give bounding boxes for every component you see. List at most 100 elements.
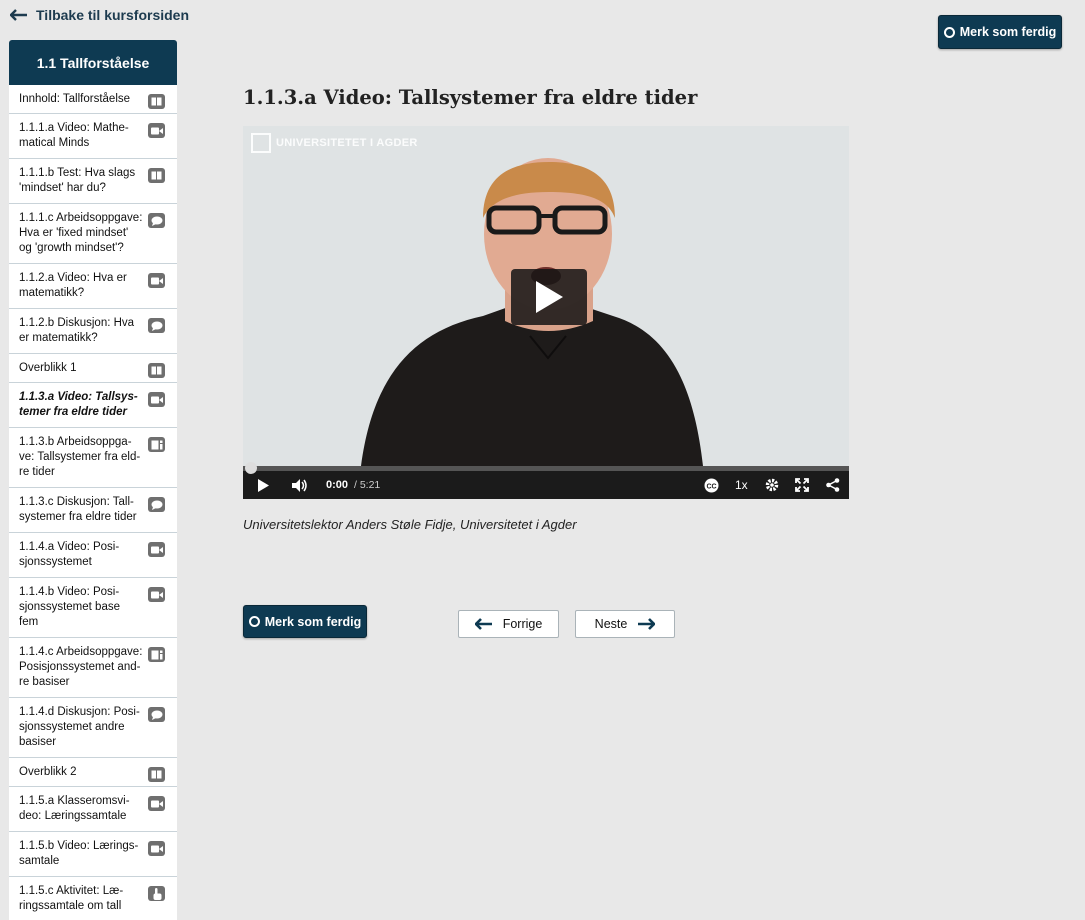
sidebar-item[interactable]: 1.1.3.b Arbeidsoppga-ve: Tallsystemer fr… xyxy=(9,428,177,488)
sidebar-item-label-line: matical Minds xyxy=(19,137,90,149)
sidebar-item-label-line: og 'growth mindset'? xyxy=(19,242,124,254)
sidebar-item[interactable]: 1.1.2.b Diskusjon: Hva er matematikk? xyxy=(9,309,177,354)
sidebar-item-label-line: 1.1.1.a Video: Mathe- xyxy=(19,122,129,134)
sidebar-item-label: Innhold: Tallforståelse xyxy=(19,92,143,107)
sidebar-item-label: 1.1.4.a Video: Posi-sjonssystemet xyxy=(19,540,143,570)
sidebar-item[interactable]: 1.1.4.c Arbeidsoppgave: Posisjonssystemet… xyxy=(9,638,177,698)
sidebar-item[interactable]: 1.1.2.a Video: Hva er matematikk? xyxy=(9,264,177,309)
sidebar-item[interactable]: Overblikk 2 xyxy=(9,758,177,787)
sidebar-item-label-line: re tider xyxy=(19,466,55,478)
play-overlay-button[interactable] xyxy=(511,269,587,325)
sidebar-item-label-line: ve: Tallsystemer fra eld- xyxy=(19,451,141,463)
video-icon xyxy=(148,273,165,288)
captions-button[interactable]: CC xyxy=(704,474,719,496)
chat-icon xyxy=(148,497,165,512)
book-icon xyxy=(148,168,165,183)
back-to-course-link[interactable]: Tilbake til kursforsiden xyxy=(10,7,189,23)
sidebar-item-label: 1.1.2.a Video: Hva er matematikk? xyxy=(19,271,143,301)
fullscreen-button[interactable] xyxy=(795,474,809,496)
chat-icon xyxy=(148,707,165,722)
sidebar-item-label: 1.1.5.b Video: Lærings-samtale xyxy=(19,839,143,869)
circle-icon xyxy=(248,616,260,627)
sidebar-item-label: Overblikk 1 xyxy=(19,361,143,376)
share-button[interactable] xyxy=(826,474,840,496)
chat-icon xyxy=(148,318,165,333)
sidebar-item-label: 1.1.1.b Test: Hva slags 'mindset' har du? xyxy=(19,166,143,196)
volume-icon xyxy=(292,478,307,492)
play-button[interactable] xyxy=(258,474,269,496)
sidebar-item-label: Overblikk 2 xyxy=(19,765,143,780)
sidebar-item[interactable]: 1.1.1.b Test: Hva slags 'mindset' har du? xyxy=(9,159,177,204)
share-icon xyxy=(826,478,840,492)
sidebar-item-label: 1.1.5.c Aktivitet: Læ-ringssamtale om ta… xyxy=(19,884,143,914)
video-icon xyxy=(148,123,165,138)
sidebar-item-label-line: Posisjonssystemet and- xyxy=(19,661,141,673)
video-icon xyxy=(148,587,165,602)
sidebar-item-label-line: 1.1.2.b Diskusjon: Hva xyxy=(19,317,135,329)
sidebar-item-label-line: 1.1.4.a Video: Posi- xyxy=(19,541,120,553)
sidebar-item[interactable]: Overblikk 1 xyxy=(9,354,177,383)
settings-button[interactable] xyxy=(765,474,779,496)
video-icon xyxy=(148,542,165,557)
next-label: Neste xyxy=(594,617,628,631)
fullscreen-icon xyxy=(795,478,809,492)
volume-button[interactable] xyxy=(292,474,308,496)
current-time: 0:00 xyxy=(326,479,349,491)
sidebar-item-label-line: 1.1.4.d Diskusjon: Posi- xyxy=(19,706,140,718)
playback-speed-button[interactable]: 1x xyxy=(735,474,748,496)
sidebar-item-label-line: Overblikk 2 xyxy=(19,766,77,778)
watermark-text: UNIVERSITETET I AGDER xyxy=(276,137,418,149)
sidebar-item[interactable]: 1.1.5.b Video: Lærings-samtale xyxy=(9,832,177,877)
mark-complete-button-bottom[interactable]: Merk som ferdig xyxy=(243,605,367,638)
sidebar-item[interactable]: 1.1.1.a Video: Mathe-matical Minds xyxy=(9,114,177,159)
play-icon xyxy=(258,478,269,492)
sidebar-item-label-line: systemer fra eldre tider xyxy=(19,511,137,523)
sidebar-item[interactable]: 1.1.3.c Diskusjon: Tall-systemer fra eld… xyxy=(9,488,177,533)
sidebar-item-label-line: deo: Læringssamtale xyxy=(19,810,127,822)
sidebar-item[interactable]: 1.1.1.c Arbeidsoppgave: Hva er 'fixed min… xyxy=(9,204,177,264)
sidebar-item-label: 1.1.4.b Video: Posi-sjonssystemet base fe… xyxy=(19,585,143,630)
sidebar-item-label: 1.1.2.b Diskusjon: Hva er matematikk? xyxy=(19,316,143,346)
progress-bar[interactable] xyxy=(243,462,849,474)
cc-icon: CC xyxy=(704,478,719,492)
sidebar-item[interactable]: 1.1.5.a Klasseromsvi-deo: Læringssamtale xyxy=(9,787,177,832)
document-icon xyxy=(148,437,165,452)
sidebar-item-label-line: samtale xyxy=(19,855,60,867)
sidebar-item[interactable]: Innhold: Tallforståelse xyxy=(9,85,177,114)
arrow-left-icon xyxy=(474,618,492,630)
sidebar-item[interactable]: 1.1.4.b Video: Posi-sjonssystemet base fe… xyxy=(9,578,177,638)
gear-icon xyxy=(765,478,779,492)
sidebar-item-label-line: Innhold: Tallforståelse xyxy=(19,93,131,105)
sidebar-item-label-line: 'mindset' har du? xyxy=(19,182,106,194)
sidebar-item-label: 1.1.1.a Video: Mathe-matical Minds xyxy=(19,121,143,151)
next-button[interactable]: Neste xyxy=(575,610,675,638)
arrow-right-icon xyxy=(638,618,656,630)
sidebar-item-label: 1.1.5.a Klasseromsvi-deo: Læringssamtale xyxy=(19,794,143,824)
mark-complete-button-top[interactable]: Merk som ferdig xyxy=(938,15,1062,49)
sidebar-item-label-line: fem xyxy=(19,616,39,628)
sidebar-item-label: 1.1.4.c Arbeidsoppgave: Posisjonssystemet… xyxy=(19,645,143,690)
sidebar-item[interactable]: 1.1.5.c Aktivitet: Læ-ringssamtale om ta… xyxy=(9,877,177,920)
book-icon xyxy=(148,767,165,782)
previous-label: Forrige xyxy=(502,617,543,631)
sidebar-item[interactable]: 1.1.3.a Video: Tallsys-temer fra eldre t… xyxy=(9,383,177,428)
video-icon xyxy=(148,796,165,811)
sidebar-item-label-line: temer fra eldre tider xyxy=(19,406,128,418)
video-icon xyxy=(148,841,165,856)
back-link-label: Tilbake til kursforsiden xyxy=(36,7,190,23)
video-player[interactable]: UNIVERSITETET I AGDER 0:00 / 5:21 CC 1x xyxy=(243,126,849,499)
sidebar-item[interactable]: 1.1.4.d Diskusjon: Posi-sjonssystemet an… xyxy=(9,698,177,758)
sidebar-item-label-line: re basiser xyxy=(19,676,70,688)
sidebar-title[interactable]: 1.1 Tallforståelse xyxy=(9,40,177,85)
video-controls: 0:00 / 5:21 CC 1x xyxy=(243,462,849,499)
sidebar-item-label-line: 1.1.4.c Arbeidsoppgave: xyxy=(19,646,143,658)
sidebar-item[interactable]: 1.1.4.a Video: Posi-sjonssystemet xyxy=(9,533,177,578)
previous-button[interactable]: Forrige xyxy=(458,610,559,638)
university-logo-icon xyxy=(251,133,271,153)
duration: / 5:21 xyxy=(354,479,381,491)
page-title: 1.1.3.a Video: Tallsystemer fra eldre ti… xyxy=(243,86,698,109)
sidebar-item-label-line: sjonssystemet xyxy=(19,556,92,568)
university-watermark: UNIVERSITETET I AGDER xyxy=(251,133,418,153)
progress-handle[interactable] xyxy=(245,462,257,474)
book-icon xyxy=(148,94,165,109)
